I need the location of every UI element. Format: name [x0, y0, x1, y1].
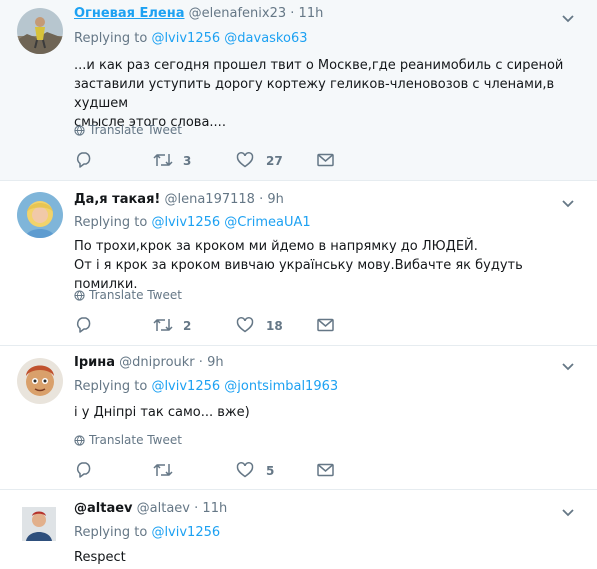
reply-icon	[76, 462, 91, 478]
like-count: 27	[266, 154, 283, 168]
tweet-header: Да,я такая! @lena197118 · 9h	[74, 191, 284, 209]
retweet-icon	[153, 154, 173, 166]
like-button[interactable]: 5	[236, 461, 274, 481]
reply-button[interactable]	[75, 461, 93, 481]
translate-label[interactable]: Translate Tweet	[89, 288, 182, 302]
like-button[interactable]: 18	[236, 316, 283, 336]
timestamp[interactable]: 11h	[299, 6, 324, 21]
retweet-button[interactable]	[153, 461, 173, 481]
replying-to: Replying to @lviv1256 @CrimeaUA1	[74, 214, 311, 232]
reply-icon	[76, 317, 91, 333]
mention-link[interactable]: @lviv1256	[151, 379, 220, 394]
mention-link[interactable]: @lviv1256	[151, 525, 220, 540]
heart-icon	[236, 317, 254, 333]
mention-link[interactable]: @lviv1256	[151, 215, 220, 230]
tweet-text-line: Respect	[74, 550, 126, 565]
display-name[interactable]: Да,я такая!	[74, 192, 160, 207]
separator-dot: ·	[290, 6, 295, 21]
heart-icon	[236, 152, 254, 168]
tweet-text-line: заставили уступить дорогу кортежу гелико…	[74, 77, 555, 111]
tweet-4[interactable]: @altaev @altaev · 11h Replying to @lviv1…	[0, 490, 597, 569]
tweet-header: @altaev @altaev · 11h	[74, 500, 227, 518]
direct-message-button[interactable]	[317, 461, 334, 481]
tweet-text: По трохи,крок за кроком ми йдемо в напря…	[74, 237, 574, 294]
reply-button[interactable]	[75, 151, 93, 171]
chevron-down-icon[interactable]	[562, 357, 574, 376]
replying-to-label: Replying to	[74, 525, 148, 540]
heart-icon	[236, 462, 254, 478]
reply-button[interactable]	[75, 316, 93, 336]
like-button[interactable]: 27	[236, 151, 283, 171]
tweet-actions: 3 27	[75, 151, 335, 171]
direct-message-button[interactable]	[317, 151, 334, 171]
tweet-text: і у Дніпрі так само... вже)	[74, 403, 574, 422]
globe-icon	[74, 125, 85, 136]
user-handle[interactable]: @elenafenix23	[189, 6, 286, 21]
envelope-icon	[317, 463, 334, 477]
retweet-button[interactable]: 2	[153, 316, 191, 336]
display-name[interactable]: @altaev	[74, 501, 133, 516]
separator-dot: ·	[194, 501, 199, 516]
tweet-actions: 5	[75, 461, 335, 481]
timestamp[interactable]: 11h	[202, 501, 227, 516]
mention-link[interactable]: @CrimeaUA1	[224, 215, 310, 230]
tweet-header: Ірина @dniproukr · 9h	[74, 354, 224, 372]
tweet-actions: 2 18	[75, 316, 335, 336]
translate-label[interactable]: Translate Tweet	[89, 123, 182, 137]
like-count: 18	[266, 319, 283, 333]
replying-to-label: Replying to	[74, 31, 148, 46]
tweet-text-line: ...и как раз сегодня прошел твит о Москв…	[74, 58, 564, 73]
chevron-down-icon[interactable]	[562, 503, 574, 522]
timestamp[interactable]: 9h	[267, 192, 284, 207]
like-count: 5	[266, 464, 275, 478]
replying-to: Replying to @lviv1256	[74, 524, 220, 542]
replying-to: Replying to @lviv1256 @jontsimbal1963	[74, 378, 338, 396]
tweet-2[interactable]: Да,я такая! @lena197118 · 9h Replying to…	[0, 181, 597, 345]
replying-to-label: Replying to	[74, 379, 148, 394]
mention-link[interactable]: @jontsimbal1963	[224, 379, 338, 394]
user-handle[interactable]: @dniproukr	[119, 355, 194, 370]
translate-tweet[interactable]: Translate Tweet	[74, 287, 182, 303]
globe-icon	[74, 435, 85, 446]
chevron-down-icon[interactable]	[562, 194, 574, 213]
globe-icon	[74, 290, 85, 301]
tweet-header: Огневая Елена @elenafenix23 · 11h	[74, 5, 323, 23]
user-handle[interactable]: @altaev	[137, 501, 190, 516]
avatar[interactable]	[22, 507, 56, 541]
user-handle[interactable]: @lena197118	[164, 192, 254, 207]
timestamp[interactable]: 9h	[207, 355, 224, 370]
display-name[interactable]: Огневая Елена	[74, 6, 185, 21]
reply-icon	[76, 152, 91, 168]
replying-to: Replying to @lviv1256 @davasko63	[74, 30, 308, 48]
tweet-text-line: і у Дніпрі так само... вже)	[74, 405, 250, 420]
separator-dot: ·	[259, 192, 264, 207]
avatar[interactable]	[17, 8, 63, 54]
tweet-text: Respect	[74, 548, 574, 567]
retweet-count: 2	[183, 319, 192, 333]
retweet-count: 3	[183, 154, 192, 168]
avatar[interactable]	[17, 192, 63, 238]
mention-link[interactable]: @davasko63	[224, 31, 307, 46]
chevron-down-icon[interactable]	[562, 9, 574, 28]
tweet-3[interactable]: Ірина @dniproukr · 9h Replying to @lviv1…	[0, 346, 597, 489]
avatar[interactable]	[17, 358, 63, 404]
translate-tweet[interactable]: Translate Tweet	[74, 122, 182, 138]
direct-message-button[interactable]	[317, 316, 334, 336]
mention-link[interactable]: @lviv1256	[151, 31, 220, 46]
tweet-text: ...и как раз сегодня прошел твит о Москв…	[74, 56, 574, 132]
separator-dot: ·	[198, 355, 203, 370]
replying-to-label: Replying to	[74, 215, 148, 230]
display-name[interactable]: Ірина	[74, 355, 115, 370]
retweet-button[interactable]: 3	[153, 151, 191, 171]
translate-tweet[interactable]: Translate Tweet	[74, 432, 182, 448]
tweet-text-line: По трохи,крок за кроком ми йдемо в напря…	[74, 239, 478, 254]
envelope-icon	[317, 153, 334, 167]
translate-label[interactable]: Translate Tweet	[89, 433, 182, 447]
retweet-icon	[153, 464, 173, 476]
envelope-icon	[317, 318, 334, 332]
tweet-1[interactable]: Огневая Елена @elenafenix23 · 11h Replyi…	[0, 0, 597, 180]
retweet-icon	[153, 319, 173, 331]
